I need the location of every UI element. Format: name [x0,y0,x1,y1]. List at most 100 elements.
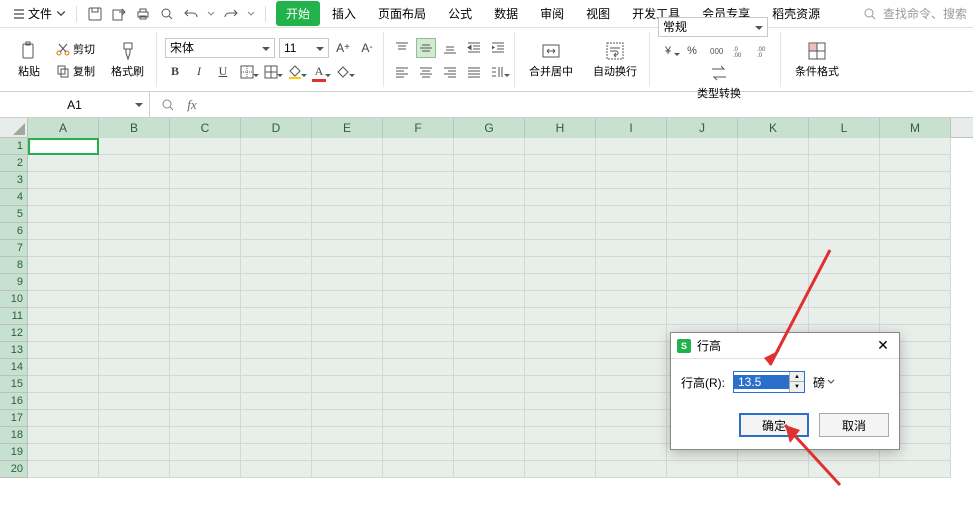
column-header[interactable]: J [667,118,738,138]
cell[interactable] [170,223,241,240]
cell[interactable] [28,444,99,461]
cell[interactable] [28,223,99,240]
cell[interactable] [454,376,525,393]
cut-button[interactable]: 剪切 [52,40,99,58]
row-height-input[interactable] [734,375,789,389]
cell[interactable] [28,376,99,393]
increase-decimal-button[interactable]: .0.00 [730,41,750,61]
cell[interactable] [525,359,596,376]
row-header[interactable]: 18 [0,427,28,444]
name-box[interactable] [0,92,150,117]
fill-cells-button[interactable] [261,62,281,82]
cell[interactable] [28,461,99,478]
cell[interactable] [525,189,596,206]
column-header[interactable]: G [454,118,525,138]
chevron-down-icon[interactable] [207,10,215,18]
wrap-text-button[interactable]: 自动换行 [587,39,643,81]
cell[interactable] [454,257,525,274]
tab-data[interactable]: 数据 [484,1,528,26]
cell[interactable] [809,155,880,172]
cell[interactable] [525,223,596,240]
cell[interactable] [99,444,170,461]
cell[interactable] [28,274,99,291]
conditional-format-button[interactable]: 条件格式 [789,39,845,81]
cell[interactable] [312,240,383,257]
cell[interactable] [454,427,525,444]
cell[interactable] [99,257,170,274]
cell[interactable] [312,291,383,308]
cell[interactable] [880,138,951,155]
cell[interactable] [667,461,738,478]
cell[interactable] [99,138,170,155]
cell[interactable] [525,257,596,274]
column-header[interactable]: E [312,118,383,138]
cell[interactable] [241,461,312,478]
cell[interactable] [312,155,383,172]
cell[interactable] [241,393,312,410]
row-header[interactable]: 14 [0,359,28,376]
align-center-button[interactable] [416,62,436,82]
cell[interactable] [383,240,454,257]
row-header[interactable]: 5 [0,206,28,223]
cell[interactable] [28,359,99,376]
save-icon[interactable] [87,6,103,22]
cell[interactable] [241,342,312,359]
preview-icon[interactable] [159,6,175,22]
redo-icon[interactable] [223,6,239,22]
cell[interactable] [383,444,454,461]
ok-button[interactable]: 确定 [739,413,809,437]
tab-home[interactable]: 开始 [276,1,320,26]
cell[interactable] [809,308,880,325]
cell[interactable] [525,138,596,155]
cell[interactable] [99,325,170,342]
cell[interactable] [170,172,241,189]
column-header[interactable]: K [738,118,809,138]
chevron-down-icon[interactable] [247,10,255,18]
row-header[interactable]: 13 [0,342,28,359]
export-icon[interactable] [111,6,127,22]
cell[interactable] [738,257,809,274]
cell[interactable] [28,206,99,223]
cell[interactable] [880,172,951,189]
cell[interactable] [241,189,312,206]
increase-indent-button[interactable] [488,38,508,58]
cell[interactable] [383,410,454,427]
cancel-formula-icon[interactable] [160,97,176,113]
cell[interactable] [99,427,170,444]
cell[interactable] [241,427,312,444]
cell[interactable] [312,274,383,291]
cell[interactable] [383,461,454,478]
merge-center-button[interactable]: 合并居中 [523,39,579,81]
cell[interactable] [383,206,454,223]
cell[interactable] [312,410,383,427]
align-bottom-button[interactable] [440,38,460,58]
cell[interactable] [809,138,880,155]
cell[interactable] [454,410,525,427]
cell[interactable] [454,308,525,325]
cell[interactable] [738,461,809,478]
cell[interactable] [454,189,525,206]
cell[interactable] [454,342,525,359]
dialog-titlebar[interactable]: S 行高 ✕ [671,333,899,359]
cell[interactable] [454,223,525,240]
cell[interactable] [454,393,525,410]
cell[interactable] [170,274,241,291]
cell[interactable] [525,291,596,308]
cell[interactable] [170,240,241,257]
cell[interactable] [241,223,312,240]
cell[interactable] [809,257,880,274]
cell[interactable] [28,155,99,172]
cell[interactable] [28,189,99,206]
cell[interactable] [383,393,454,410]
cell[interactable] [28,427,99,444]
row-header[interactable]: 6 [0,223,28,240]
cell[interactable] [99,393,170,410]
cell[interactable] [170,189,241,206]
cell[interactable] [99,240,170,257]
cell[interactable] [241,359,312,376]
cell[interactable] [454,155,525,172]
cell[interactable] [525,342,596,359]
cell[interactable] [241,410,312,427]
cell[interactable] [383,376,454,393]
cell[interactable] [99,291,170,308]
